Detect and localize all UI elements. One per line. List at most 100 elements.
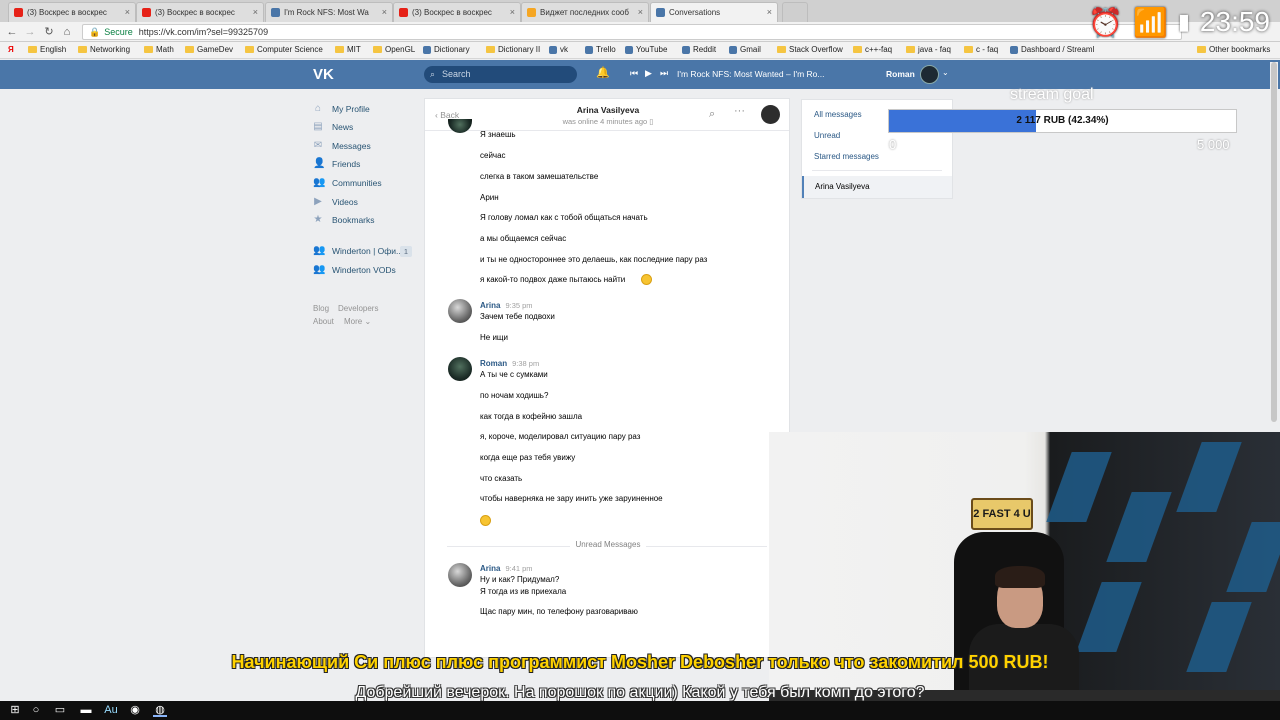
communities-icon: 👥: [313, 177, 326, 188]
bookmark-item[interactable]: Gmail: [729, 45, 761, 54]
vk-logo[interactable]: VK: [313, 66, 334, 83]
bookmark-item[interactable]: Stack Overflow: [777, 45, 843, 54]
sidebar-item-news[interactable]: ▤ News: [313, 118, 418, 136]
bookmark-item[interactable]: c - faq: [964, 45, 998, 54]
sidebar-item-messages[interactable]: ✉ Messages: [313, 137, 418, 155]
lock-icon: 🔒: [89, 27, 101, 37]
audition-icon[interactable]: Au: [104, 704, 118, 717]
close-icon[interactable]: ×: [638, 7, 643, 17]
bookmark-item[interactable]: Networking: [78, 45, 130, 54]
message-author[interactable]: Roman 9:38 pm: [480, 359, 539, 368]
message-text: А ты че с сумками: [480, 370, 548, 379]
conversation-avatar[interactable]: [761, 105, 780, 124]
reload-icon[interactable]: ↻: [42, 25, 56, 39]
page-scrollbar[interactable]: [1270, 62, 1278, 432]
header-user-name[interactable]: Roman: [886, 69, 915, 79]
avatar[interactable]: [448, 357, 472, 381]
windows-start-icon[interactable]: ⊞: [8, 704, 22, 717]
secure-label: Secure: [104, 27, 133, 37]
close-icon[interactable]: ×: [382, 7, 387, 17]
browser-tab[interactable]: (3) Воскрес в воскрес ×: [136, 2, 264, 22]
message-text: Я голову ломал как с тобой общаться нача…: [480, 213, 648, 222]
prev-track-icon[interactable]: ⏮: [630, 68, 638, 79]
back-arrow-icon[interactable]: ←: [5, 25, 19, 39]
home-icon: ⌂: [314, 103, 322, 114]
bookmark-item[interactable]: Reddit: [682, 45, 716, 54]
bookmark-item[interactable]: MIT: [335, 45, 361, 54]
obs-icon[interactable]: ◉: [128, 704, 142, 717]
new-tab-button[interactable]: [782, 2, 808, 22]
bookmark-item[interactable]: Math: [144, 45, 174, 54]
bookmark-item[interactable]: Dictionary II: [486, 45, 540, 54]
smile-emoji-icon: [641, 274, 652, 285]
sidebar-item-my-profile[interactable]: ⌂ My Profile: [313, 100, 418, 118]
address-bar[interactable]: 🔒 Secure https://vk.com/im?sel=99325709: [82, 24, 1182, 40]
browser-tab[interactable]: (3) Воскрес в воскрес ×: [8, 2, 136, 22]
bookmark-label: Gmail: [740, 45, 761, 54]
footer-link[interactable]: More ⌄: [344, 317, 371, 326]
avatar[interactable]: [448, 563, 472, 587]
search-icon[interactable]: ○: [29, 704, 43, 717]
active-conversation-item[interactable]: Arina Vasilyeva: [802, 176, 952, 198]
browser-tab[interactable]: I'm Rock NFS: Most Wa ×: [265, 2, 393, 22]
avatar[interactable]: [448, 299, 472, 323]
bookmark-item[interactable]: OpenGL: [373, 45, 415, 54]
filter-starred[interactable]: Starred messages: [814, 152, 879, 161]
message-text: чтобы наверняка не зару инить уже заруин…: [480, 494, 663, 503]
next-track-icon[interactable]: ⏭: [660, 68, 668, 79]
more-icon[interactable]: ···: [734, 105, 745, 117]
chevron-down-icon[interactable]: ⌄: [942, 68, 949, 77]
message-author[interactable]: Arina 9:35 pm: [480, 301, 533, 310]
close-icon[interactable]: ×: [125, 7, 130, 17]
acoustic-foam: [1176, 442, 1242, 512]
bookmark-item[interactable]: Computer Science: [245, 45, 323, 54]
browser-tab[interactable]: Виджет последних сооб ×: [521, 2, 649, 22]
scrollbar-thumb[interactable]: [1271, 62, 1277, 422]
sidebar-item-videos[interactable]: ▶ Videos: [313, 193, 418, 211]
search-icon[interactable]: ⌕: [709, 108, 715, 121]
bookmark-item[interactable]: Dashboard / Streaml: [1010, 45, 1094, 54]
home-icon[interactable]: ⌂: [60, 25, 74, 39]
other-bookmarks[interactable]: Other bookmarks: [1197, 45, 1270, 54]
file-explorer-icon[interactable]: ▬: [79, 704, 93, 717]
bookmark-item[interactable]: c++-faq: [853, 45, 892, 54]
header-avatar[interactable]: [920, 65, 939, 84]
messages-icon: ✉: [313, 140, 323, 151]
chrome-icon[interactable]: ◍: [153, 704, 167, 717]
close-icon[interactable]: ×: [253, 7, 258, 17]
footer-link[interactable]: Developers: [338, 304, 378, 313]
sidebar-item-friends[interactable]: 👤 Friends: [313, 155, 418, 173]
bookmark-item[interactable]: YouTube: [625, 45, 667, 54]
footer-link[interactable]: About: [313, 317, 334, 326]
author-name: Arina: [480, 564, 501, 573]
task-view-icon[interactable]: ▭: [53, 704, 67, 717]
bookmark-item[interactable]: java - faq: [906, 45, 951, 54]
filter-unread[interactable]: Unread: [814, 131, 840, 140]
browser-tab[interactable]: (3) Воскрес в воскрес ×: [393, 2, 521, 22]
filter-all-messages[interactable]: All messages: [814, 110, 862, 119]
vk-search-input[interactable]: ⌕ Search: [424, 66, 577, 83]
forward-arrow-icon[interactable]: →: [23, 25, 37, 39]
message-text: Зачем тебе подвохи: [480, 312, 555, 321]
footer-link[interactable]: Blog: [313, 304, 329, 313]
sidebar-item-communities[interactable]: 👥 Communities: [313, 174, 418, 192]
other-bookmarks-label: Other bookmarks: [1209, 45, 1271, 54]
browser-tab[interactable]: Conversations ×: [650, 2, 778, 22]
bookmark-item[interactable]: GameDev: [185, 45, 233, 54]
bookmark-item[interactable]: Trello: [585, 45, 616, 54]
bookmark-item[interactable]: vk: [549, 45, 568, 54]
bookmark-item[interactable]: English: [28, 45, 66, 54]
message-author[interactable]: Arina 9:41 pm: [480, 564, 533, 573]
site-icon: [585, 45, 593, 54]
bookmark-item[interactable]: Dictionary: [423, 45, 470, 54]
player-track-title[interactable]: I'm Rock NFS: Most Wanted – I'm Ro...: [677, 69, 824, 79]
yandex-icon[interactable]: Я: [8, 45, 14, 54]
counter-badge: 1: [399, 245, 412, 257]
play-icon[interactable]: ▶: [645, 68, 652, 79]
sidebar-item-bookmarks[interactable]: ★ Bookmarks: [313, 211, 418, 229]
close-icon[interactable]: ×: [510, 7, 515, 17]
sidebar-group-item[interactable]: 👥 Winderton | Офи... 1: [313, 242, 418, 260]
sidebar-group-item[interactable]: 👥 Winderton VODs: [313, 261, 418, 279]
close-icon[interactable]: ×: [767, 7, 772, 17]
notifications-bell-icon[interactable]: 🔔: [596, 66, 610, 79]
